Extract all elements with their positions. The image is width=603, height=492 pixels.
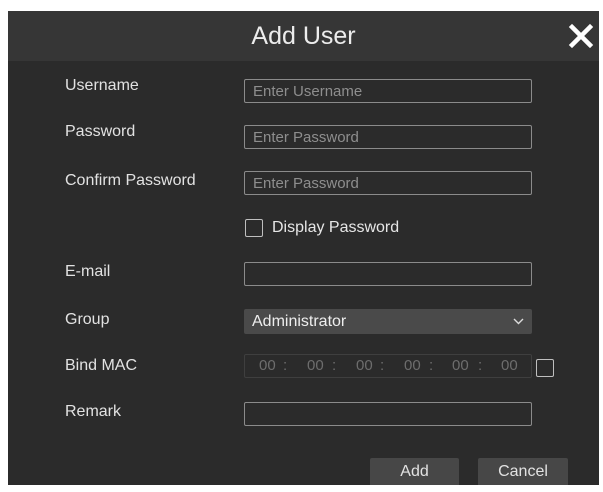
group-selected-value: Administrator: [252, 313, 347, 330]
mac-separator: :: [283, 357, 288, 374]
mac-separator: :: [478, 357, 483, 374]
password-label: Password: [65, 123, 136, 140]
cancel-button[interactable]: Cancel: [478, 458, 568, 485]
email-input[interactable]: [244, 262, 532, 286]
mac-separator: :: [429, 357, 434, 374]
display-password-checkbox[interactable]: [245, 219, 263, 237]
bind-mac-label: Bind MAC: [65, 357, 138, 374]
display-password-label: Display Password: [272, 219, 400, 236]
dialog-titlebar: Add User: [8, 11, 599, 61]
mac-octet-4: 00: [404, 357, 421, 374]
group-label: Group: [65, 311, 110, 328]
bind-mac-checkbox[interactable]: [536, 359, 554, 377]
bind-mac-input[interactable]: 00 : 00 : 00 : 00 : 00 : 00: [244, 354, 532, 378]
username-label: Username: [65, 77, 139, 94]
mac-octet-1: 00: [259, 357, 276, 374]
mac-octet-5: 00: [452, 357, 469, 374]
mac-separator: :: [332, 357, 337, 374]
dialog-title: Add User: [251, 22, 356, 50]
group-select[interactable]: Administrator: [244, 309, 532, 334]
add-button[interactable]: Add: [370, 458, 459, 485]
chevron-down-icon: [513, 318, 524, 325]
username-input[interactable]: [244, 79, 532, 103]
close-icon[interactable]: [568, 23, 594, 49]
confirm-password-input[interactable]: [244, 171, 532, 195]
confirm-password-label: Confirm Password: [65, 172, 196, 189]
remark-label: Remark: [65, 403, 122, 420]
mac-octet-6: 00: [501, 357, 518, 374]
mac-octet-2: 00: [307, 357, 324, 374]
add-user-dialog: Add User Username Password Confirm Passw…: [8, 11, 599, 485]
remark-input[interactable]: [244, 402, 532, 426]
mac-separator: :: [380, 357, 385, 374]
password-input[interactable]: [244, 125, 532, 149]
mac-octet-3: 00: [356, 357, 373, 374]
email-label: E-mail: [65, 263, 111, 280]
